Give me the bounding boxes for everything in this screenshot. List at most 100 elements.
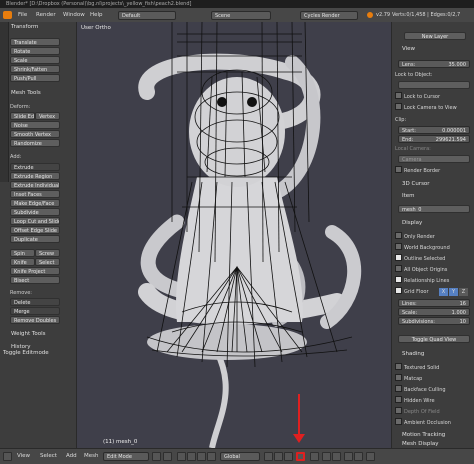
item-name-field[interactable]: mesh_0	[398, 205, 470, 213]
spin-button[interactable]: Spin	[10, 249, 35, 257]
only-render-row[interactable]: Only Render	[395, 232, 470, 241]
rotate-manipulator-icon[interactable]	[197, 452, 206, 461]
opengl-render-icon[interactable]	[344, 452, 353, 461]
mode-select[interactable]: Edit Mode	[103, 452, 149, 461]
world-background-checkbox[interactable]	[395, 243, 402, 250]
snap-element-icon[interactable]	[332, 452, 341, 461]
bisect-button[interactable]: Bisect	[10, 276, 60, 284]
lock-to-cursor-checkbox[interactable]	[395, 92, 402, 99]
manipulator-icon[interactable]	[177, 452, 186, 461]
pivot-point-icon[interactable]	[163, 452, 172, 461]
depth-of-field-row[interactable]: Depth Of Field	[395, 407, 470, 416]
3d-cursor-panel-title[interactable]: 3D Cursor	[402, 180, 430, 188]
extrude-button[interactable]: Extrude	[10, 163, 60, 171]
viewport-shading-icon[interactable]	[152, 452, 161, 461]
display-panel-title[interactable]: Display	[402, 219, 422, 227]
proportional-editing-icon[interactable]	[310, 452, 319, 461]
slide-edge-button[interactable]: Slide Ed	[10, 112, 35, 120]
axis-y-toggle[interactable]: Y	[449, 288, 458, 296]
merge-button[interactable]: Merge	[10, 307, 60, 315]
vertex-slide-button[interactable]: Vertex	[35, 112, 60, 120]
relationship-lines-checkbox[interactable]	[395, 276, 402, 283]
screw-button[interactable]: Screw	[35, 249, 60, 257]
render-border-checkbox[interactable]	[395, 166, 402, 173]
transform-orientation-select[interactable]: Global	[220, 452, 260, 461]
menu-window[interactable]: Window	[63, 8, 85, 22]
new-layer-button[interactable]: New Layer	[404, 32, 466, 40]
smooth-vertex-button[interactable]: Smooth Vertex	[10, 130, 60, 138]
grid-lines-field[interactable]: Lines: 16	[398, 299, 470, 307]
remove-doubles-button[interactable]: Remove Doubles	[10, 316, 60, 324]
menu-mesh[interactable]: Mesh	[84, 449, 98, 464]
shrink-fatten-button[interactable]: Shrink/Fatten	[10, 65, 60, 73]
grid-subdivisions-field[interactable]: Subdivisions: 10	[398, 317, 470, 325]
offset-edge-slide-button[interactable]: Offset Edge Slide	[10, 226, 60, 234]
render-border-row[interactable]: Render Border	[395, 166, 470, 175]
extrude-individual-button[interactable]: Extrude Individual	[10, 181, 60, 189]
axis-x-toggle[interactable]: X	[439, 288, 448, 296]
outline-selected-checkbox[interactable]	[395, 254, 402, 261]
grid-floor-checkbox[interactable]	[395, 287, 402, 294]
subdivide-button[interactable]: Subdivide	[10, 208, 60, 216]
menu-view[interactable]: View	[17, 449, 30, 464]
vertex-select-icon[interactable]	[264, 452, 273, 461]
item-panel-title[interactable]: Item	[402, 192, 415, 200]
motion-tracking-panel-title[interactable]: Motion Tracking	[402, 431, 445, 439]
tool-shelf-tabs[interactable]	[0, 22, 9, 182]
matcap-row[interactable]: Matcap	[395, 374, 470, 383]
opengl-animation-icon[interactable]	[354, 452, 363, 461]
transform-panel-title[interactable]: Transform	[11, 23, 38, 31]
local-camera-field[interactable]: Camera	[398, 155, 470, 163]
lock-to-cursor-row[interactable]: Lock to Cursor	[395, 92, 470, 101]
randomize-button[interactable]: Randomize	[10, 139, 60, 147]
loop-cut-slide-button[interactable]: Loop Cut and Slide	[10, 217, 60, 225]
extrude-region-button[interactable]: Extrude Region	[10, 172, 60, 180]
ambient-occlusion-row[interactable]: Ambient Occlusion	[395, 418, 470, 427]
snap-icon[interactable]	[322, 452, 331, 461]
make-edge-face-button[interactable]: Make Edge/Face	[10, 199, 60, 207]
depth-of-field-checkbox[interactable]	[395, 407, 402, 414]
clip-start-field[interactable]: Start: 0.000001	[398, 126, 470, 134]
push-pull-button[interactable]: Push/Pull	[10, 74, 60, 82]
view-panel-title[interactable]: View	[402, 45, 415, 53]
mesh-display-panel-title[interactable]: Mesh Display	[402, 440, 439, 448]
3d-viewport[interactable]: User Ortho (11) mesh_0	[77, 22, 391, 448]
layers-icon[interactable]	[366, 452, 375, 461]
mesh-tools-panel-title[interactable]: Mesh Tools	[11, 89, 41, 97]
lock-camera-checkbox[interactable]	[395, 103, 402, 110]
edge-select-icon[interactable]	[274, 452, 283, 461]
hidden-wire-row[interactable]: Hidden Wire	[395, 396, 470, 405]
blender-logo-icon[interactable]	[3, 11, 12, 19]
mesh-wireframe-render[interactable]	[77, 22, 391, 448]
menu-file[interactable]: File	[18, 8, 27, 22]
backface-culling-checkbox[interactable]	[395, 385, 402, 392]
clip-end-field[interactable]: End: 299621.594	[398, 135, 470, 143]
screen-layout-select[interactable]: Default	[118, 11, 176, 20]
translate-manipulator-icon[interactable]	[187, 452, 196, 461]
face-select-icon[interactable]	[284, 452, 293, 461]
weight-tools-panel-title[interactable]: Weight Tools	[11, 330, 45, 338]
grid-scale-field[interactable]: Scale: 1.000	[398, 308, 470, 316]
matcap-checkbox[interactable]	[395, 374, 402, 381]
axis-z-toggle[interactable]: Z	[459, 288, 468, 296]
duplicate-button[interactable]: Duplicate	[10, 235, 60, 243]
hidden-wire-checkbox[interactable]	[395, 396, 402, 403]
backface-culling-row[interactable]: Backface Culling	[395, 385, 470, 394]
operator-panel-title[interactable]: Toggle Editmode	[3, 349, 49, 357]
world-background-row[interactable]: World Background	[395, 243, 470, 252]
scale-button[interactable]: Scale	[10, 56, 60, 64]
delete-button[interactable]: Delete	[10, 298, 60, 306]
scale-manipulator-icon[interactable]	[207, 452, 216, 461]
scene-select[interactable]: Scene	[211, 11, 271, 20]
translate-button[interactable]: Translate	[10, 38, 60, 46]
knife-project-button[interactable]: Knife Project	[10, 267, 60, 275]
only-render-checkbox[interactable]	[395, 232, 402, 239]
textured-solid-checkbox[interactable]	[395, 363, 402, 370]
menu-select[interactable]: Select	[40, 449, 57, 464]
all-object-origins-checkbox[interactable]	[395, 265, 402, 272]
grid-floor-row[interactable]: Grid Floor X Y Z	[395, 287, 470, 296]
render-engine-select[interactable]: Cycles Render	[300, 11, 358, 20]
lens-field[interactable]: Lens: 35.000	[398, 60, 470, 68]
shading-panel-title[interactable]: Shading	[402, 350, 424, 358]
noise-button[interactable]: Noise	[10, 121, 60, 129]
